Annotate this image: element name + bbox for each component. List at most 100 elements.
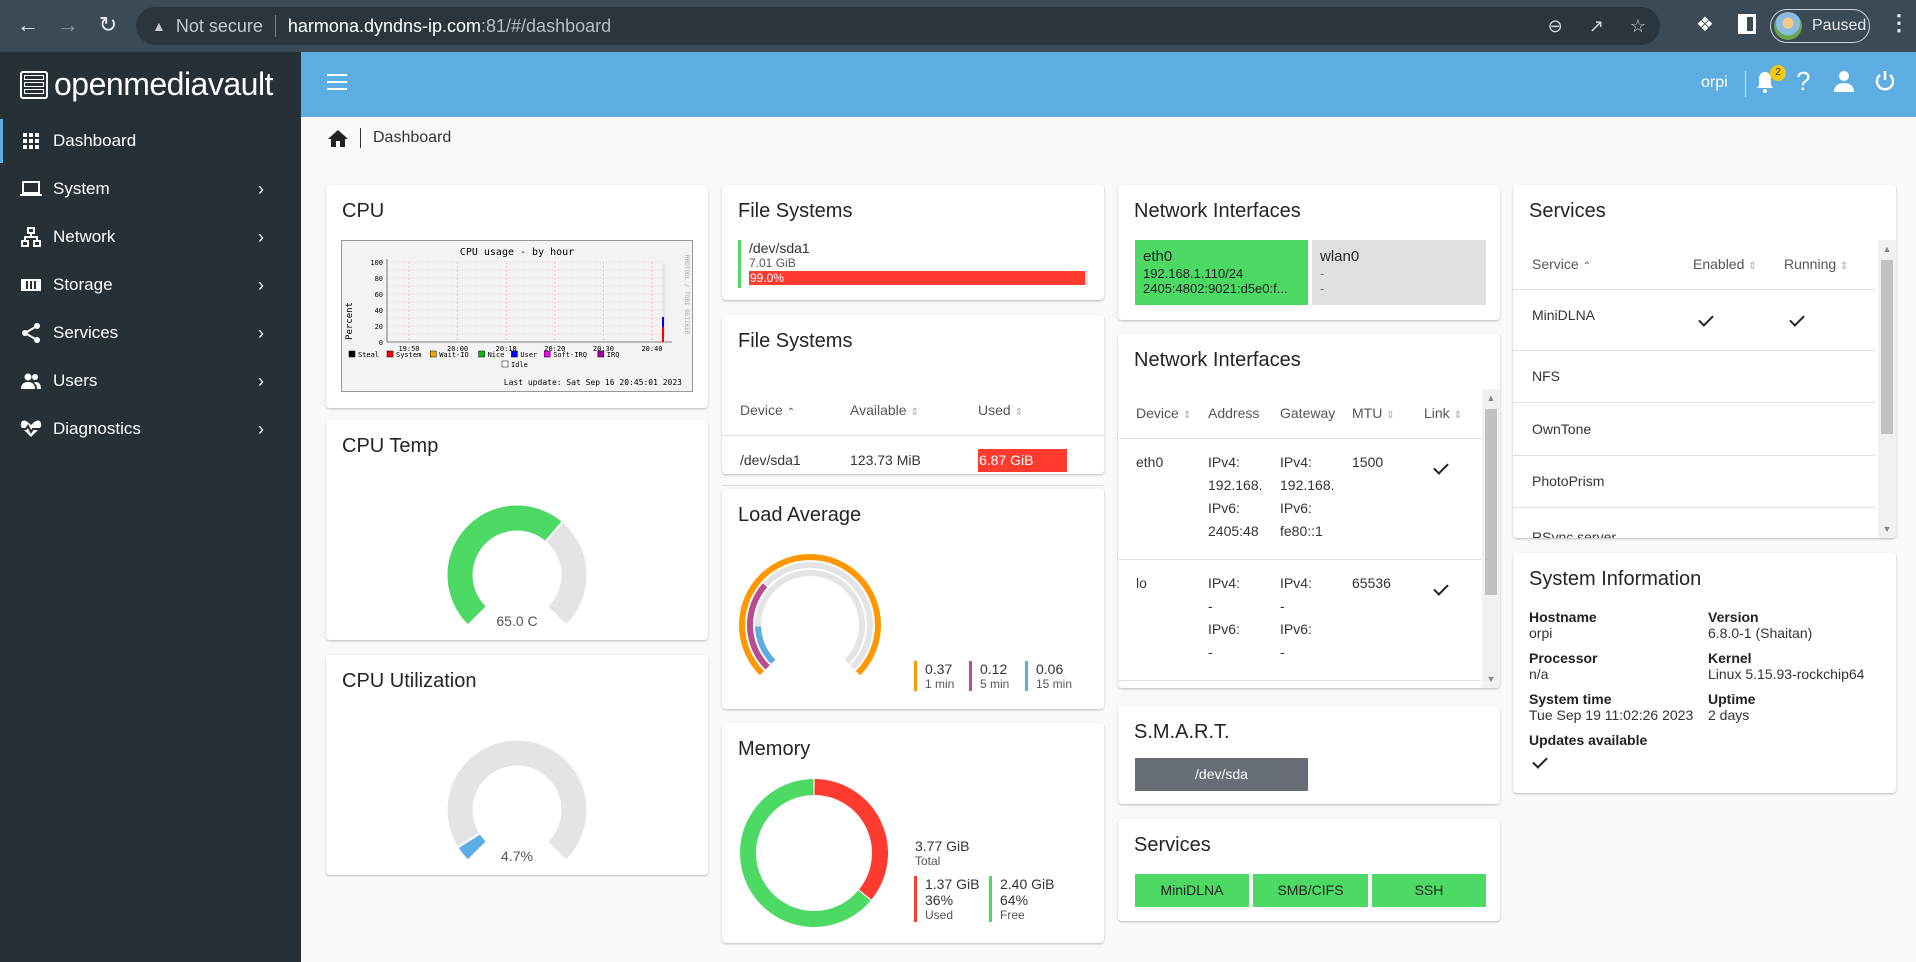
widget-title: CPU Utilization: [342, 670, 477, 692]
filesystems-summary-widget: File Systems /dev/sda1 7.01 GiB 99.0%: [722, 185, 1104, 300]
services-table-scrollbar[interactable]: ▲ ▼: [1878, 240, 1896, 538]
y-tick-label: 80: [375, 275, 383, 283]
chevron-right-icon: ›: [258, 418, 264, 439]
sidebar-item-storage[interactable]: Storage ›: [0, 261, 301, 309]
column-header-service[interactable]: Service ⌃: [1513, 240, 1693, 289]
filesystems-table: Device ⌃ Available ⇕ Used ⇕ /dev/sda1 12…: [722, 385, 1104, 486]
column-header-mtu[interactable]: MTU ⇕: [1352, 389, 1424, 438]
user-account-icon[interactable]: [1834, 70, 1854, 99]
y-tick-label: 20: [375, 323, 383, 331]
sidebar-item-services[interactable]: Services ›: [0, 309, 301, 357]
browser-menu-icon[interactable]: ⋮: [1888, 10, 1910, 36]
column-header-used[interactable]: Used ⇕: [978, 385, 1104, 435]
breadcrumb-current: Dashboard: [373, 129, 452, 146]
cell-address: IPv4: 192.168. IPv6: 2405:48: [1208, 453, 1263, 539]
home-icon[interactable]: [328, 129, 348, 147]
memory-total-label: Total: [915, 854, 941, 868]
scroll-down-icon[interactable]: ▼: [1482, 674, 1500, 684]
table-row[interactable]: NFS: [1513, 350, 1875, 402]
table-row[interactable]: /dev/sda1 123.73 MiB 6.87 GiB: [722, 435, 1104, 485]
interface-eth0[interactable]: eth0 192.168.1.110/24 2405:4802:9021:d5e…: [1135, 240, 1308, 305]
reload-icon[interactable]: ↻: [86, 12, 130, 38]
cpu-temp-gauge: [447, 505, 587, 625]
y-tick-label: 40: [375, 307, 383, 315]
load-legend-1min: 0.37 1 min: [914, 661, 954, 691]
back-icon[interactable]: ←: [6, 12, 50, 38]
table-row[interactable]: MiniDLNA: [1513, 289, 1875, 350]
cell-service: PhotoPrism: [1532, 473, 1605, 489]
cell-available: 123.73 MiB: [850, 452, 921, 468]
column-header-enabled[interactable]: Enabled ⇕: [1693, 240, 1784, 289]
network-table: Device ⇕ Address Gateway MTU ⇕ Link ⇕ et…: [1118, 389, 1481, 681]
url-text[interactable]: harmona.dyndns-ip.com:81/#/dashboard: [288, 16, 611, 37]
legend-swatch: [429, 350, 437, 358]
widget-title: Services: [1134, 834, 1211, 856]
smart-device-sda[interactable]: /dev/sda: [1135, 758, 1308, 791]
scroll-up-icon[interactable]: ▲: [1878, 244, 1896, 254]
column-header-gateway[interactable]: Gateway: [1280, 389, 1352, 438]
share-icon[interactable]: ↗: [1589, 16, 1604, 37]
scroll-up-icon[interactable]: ▲: [1482, 393, 1500, 403]
extensions-puzzle-icon[interactable]: ❖: [1696, 12, 1714, 37]
column-header-running[interactable]: Running ⇕: [1784, 240, 1875, 289]
uptime-value: 2 days: [1708, 707, 1750, 723]
help-icon[interactable]: ?: [1796, 66, 1810, 97]
legend-label: Soft-IRQ: [553, 351, 587, 359]
smart-widget: S.M.A.R.T. /dev/sda: [1118, 706, 1500, 804]
interface-ipv4: -: [1320, 266, 1325, 281]
notification-badge: 2: [1770, 65, 1786, 81]
table-row[interactable]: RSync server: [1513, 507, 1875, 538]
table-row[interactable]: eth0 IPv4: 192.168. IPv6: 2405:48 IPv4: 192.…: [1118, 438, 1481, 559]
system-time-value: Tue Sep 19 11:02:26 2023: [1529, 707, 1694, 723]
sidebar-item-diagnostics[interactable]: Diagnostics ›: [0, 405, 301, 453]
service-smb-cifs[interactable]: SMB/CIFS: [1253, 874, 1368, 907]
services-table-widget: Services Service ⌃ Enabled ⇕ Running ⇕ M…: [1513, 185, 1896, 538]
column-header-device[interactable]: Device ⇕: [1118, 389, 1208, 438]
sort-icon: ⇕: [1386, 410, 1395, 422]
zoom-out-icon[interactable]: ⊖: [1548, 16, 1563, 37]
column-header-device[interactable]: Device ⌃: [722, 385, 850, 435]
sort-icon: ⇕: [910, 406, 919, 418]
sidebar-item-network[interactable]: Network ›: [0, 213, 301, 261]
running-check-icon: [1789, 310, 1805, 327]
column-header-available[interactable]: Available ⇕: [850, 385, 978, 435]
filesystem-item[interactable]: /dev/sda1 7.01 GiB 99.0%: [738, 240, 1088, 288]
column-header-link[interactable]: Link ⇕: [1424, 389, 1481, 438]
bookmark-star-icon[interactable]: ☆: [1630, 16, 1646, 37]
widget-title: S.M.A.R.T.: [1134, 721, 1230, 743]
sidebar-item-dashboard[interactable]: Dashboard: [0, 117, 301, 165]
service-minidlna[interactable]: MiniDLNA: [1135, 874, 1249, 907]
table-row[interactable]: OwnTone: [1513, 402, 1875, 455]
scrollbar-thumb[interactable]: [1485, 409, 1497, 595]
sidebar-item-system[interactable]: System ›: [0, 165, 301, 213]
cell-service: OwnTone: [1532, 420, 1592, 437]
profile-button[interactable]: Paused: [1770, 9, 1870, 43]
legend-label: Wait-IO: [439, 351, 469, 359]
sidebar-item-label: System: [53, 179, 110, 198]
scroll-down-icon[interactable]: ▼: [1878, 524, 1896, 534]
network-table-scrollbar[interactable]: ▲ ▼: [1482, 389, 1500, 688]
service-ssh[interactable]: SSH: [1372, 874, 1486, 907]
table-row[interactable]: PhotoPrism: [1513, 455, 1875, 507]
side-panel-icon[interactable]: [1738, 14, 1756, 34]
sidebar-item-users[interactable]: Users ›: [0, 357, 301, 405]
scrollbar-thumb[interactable]: [1881, 260, 1893, 434]
column-header-address[interactable]: Address: [1208, 389, 1280, 438]
laptop-icon: [20, 178, 42, 200]
forward-icon[interactable]: →: [46, 12, 90, 38]
widget-title: System Information: [1529, 568, 1702, 590]
app-logo[interactable]: openmediavault: [0, 52, 301, 117]
widget-title: Services: [1529, 200, 1606, 222]
interface-wlan0[interactable]: wlan0 - -: [1312, 240, 1486, 305]
sort-asc-icon: ⌃: [786, 406, 796, 418]
legend-label: User: [520, 351, 537, 359]
power-icon[interactable]: [1875, 70, 1895, 99]
memory-widget: Memory 3.77 GiB Total 1.37 GiB 36% Used …: [722, 723, 1104, 943]
table-row[interactable]: lo IPv4: - IPv6: - IPv4: - IPv6: - 65536: [1118, 559, 1481, 680]
y-tick-label: 60: [375, 291, 383, 299]
address-bar[interactable]: ▲ Not secure harmona.dyndns-ip.com:81/#/…: [136, 7, 1660, 45]
legend-swatch: [501, 360, 509, 368]
interface-ipv6: 2405:4802:9021:d5e0:f...: [1143, 281, 1288, 296]
sidebar-item-label: Storage: [53, 275, 113, 294]
menu-toggle-icon[interactable]: [327, 74, 347, 90]
